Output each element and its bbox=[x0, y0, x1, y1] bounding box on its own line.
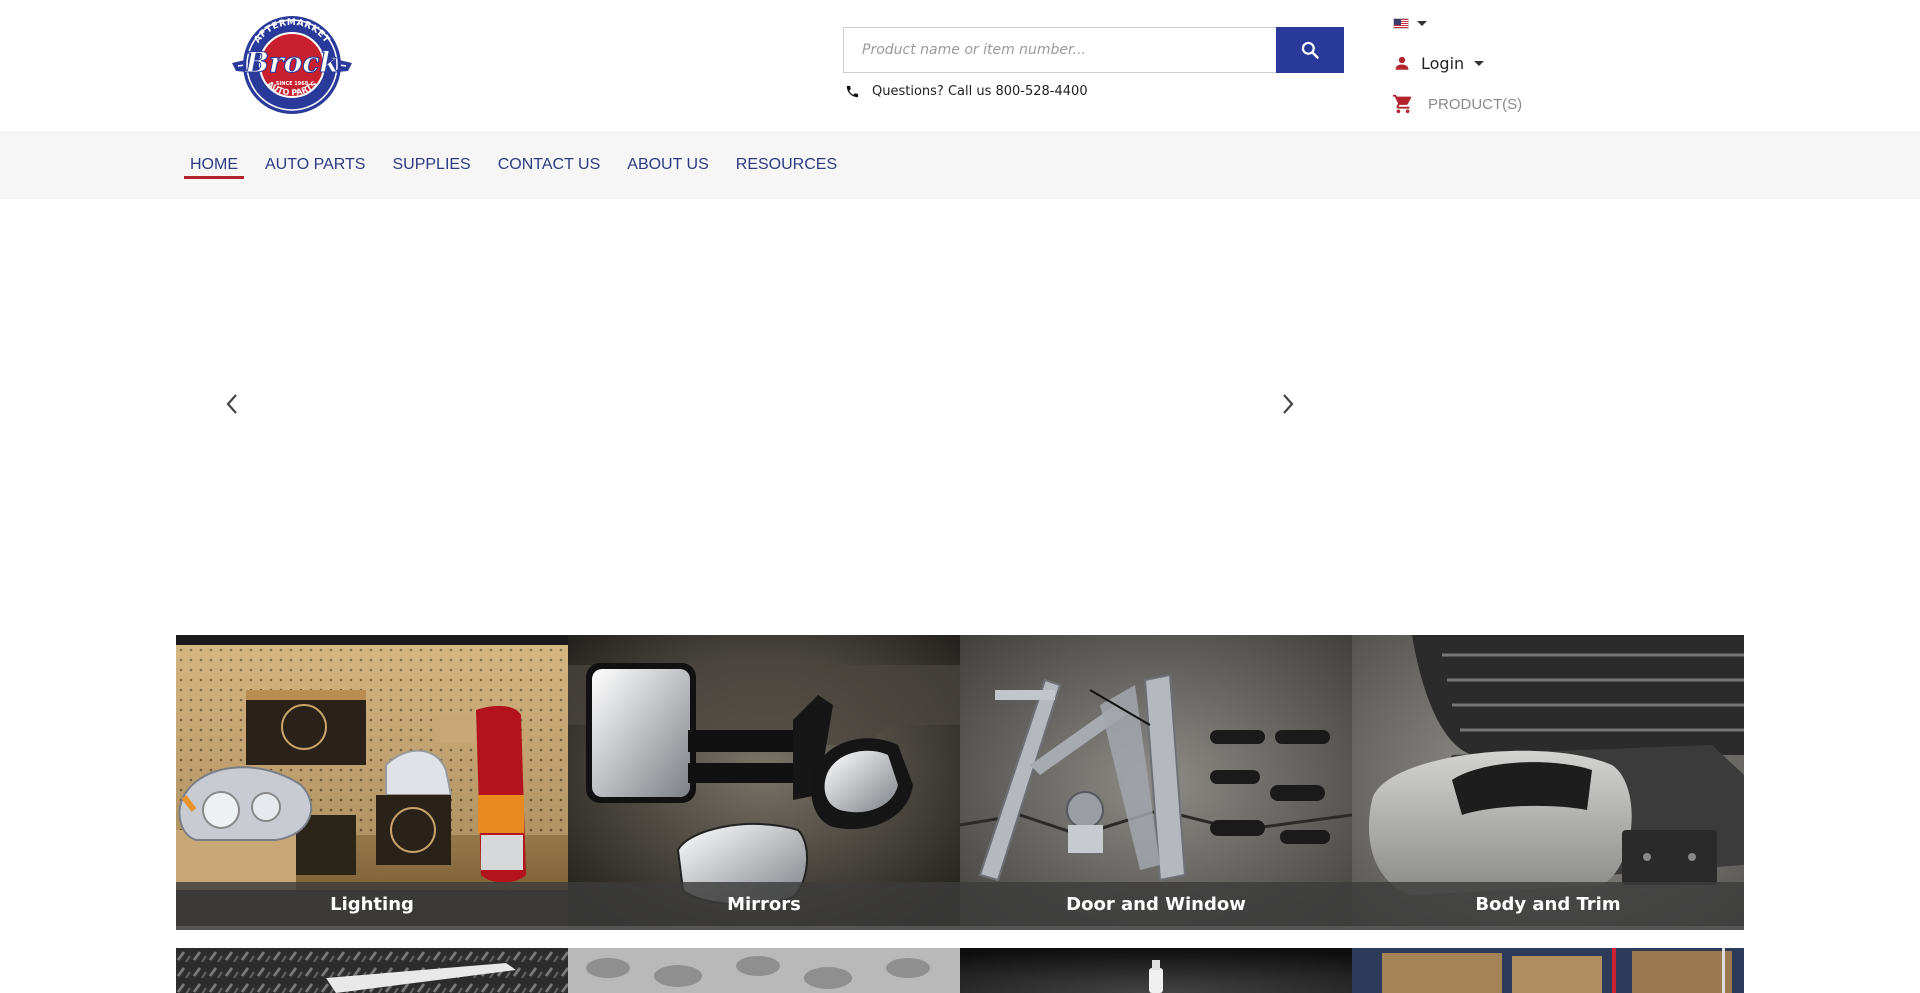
category-tile-partial[interactable] bbox=[568, 948, 960, 993]
category-label-body-and-trim: Body and Trim bbox=[1352, 882, 1744, 926]
phone-contact: Questions? Call us 800-528-4400 bbox=[845, 82, 1088, 100]
logo-since: SINCE 1968 bbox=[276, 81, 309, 87]
tile-divider bbox=[568, 926, 960, 930]
category-tile-door-and-window[interactable]: Door and Window bbox=[960, 635, 1352, 930]
category-tile-partial[interactable] bbox=[1352, 948, 1744, 993]
phone-icon bbox=[846, 85, 859, 97]
search-box bbox=[843, 27, 1278, 73]
main-navigation: HOME AUTO PARTS SUPPLIES CONTACT US ABOU… bbox=[0, 131, 1920, 199]
chevron-left-icon bbox=[226, 394, 237, 414]
hero-carousel bbox=[0, 199, 1920, 635]
nav-item-about-us[interactable]: ABOUT US bbox=[621, 131, 715, 199]
cart-link[interactable]: PRODUCT(S) bbox=[1392, 93, 1522, 115]
carousel-next-button[interactable] bbox=[1276, 392, 1300, 416]
supplies-bottle-image bbox=[960, 948, 1352, 993]
category-tiles-row-2 bbox=[176, 948, 1744, 993]
hardware-image bbox=[568, 948, 960, 993]
tile-divider bbox=[176, 926, 568, 930]
nav-item-supplies[interactable]: SUPPLIES bbox=[386, 131, 476, 199]
category-tiles: Lighting Mirrors Door and Window Body an… bbox=[176, 635, 1744, 930]
nav-list: HOME AUTO PARTS SUPPLIES CONTACT US ABOU… bbox=[184, 131, 858, 199]
nav-item-contact-us[interactable]: CONTACT US bbox=[492, 131, 607, 199]
shopping-cart-icon bbox=[1392, 94, 1412, 114]
category-label-lighting: Lighting bbox=[176, 882, 568, 926]
logo-wordmark: Brock bbox=[244, 46, 339, 79]
category-label-mirrors: Mirrors bbox=[568, 882, 960, 926]
login-dropdown[interactable]: Login bbox=[1393, 52, 1485, 74]
tile-divider bbox=[960, 926, 1352, 930]
carousel-prev-button[interactable] bbox=[220, 392, 244, 416]
user-icon bbox=[1395, 56, 1409, 70]
nav-item-resources[interactable]: RESOURCES bbox=[730, 131, 843, 199]
warehouse-image bbox=[1352, 948, 1744, 993]
category-tile-lighting[interactable]: Lighting bbox=[176, 635, 568, 930]
chevron-right-icon bbox=[1283, 394, 1294, 414]
nav-item-home[interactable]: HOME bbox=[184, 131, 244, 199]
category-tile-partial[interactable] bbox=[176, 948, 568, 993]
cart-label: PRODUCT(S) bbox=[1428, 95, 1523, 113]
nav-item-auto-parts[interactable]: AUTO PARTS bbox=[259, 131, 371, 199]
phone-text: Questions? Call us 800-528-4400 bbox=[872, 83, 1088, 99]
diamond-plate-image bbox=[176, 948, 568, 993]
category-tile-partial[interactable] bbox=[960, 948, 1352, 993]
search-input[interactable] bbox=[844, 28, 1277, 72]
login-label: Login bbox=[1421, 53, 1465, 73]
tile-divider bbox=[1352, 926, 1744, 930]
chevron-down-icon bbox=[1474, 60, 1485, 66]
search-icon bbox=[1301, 41, 1319, 59]
category-label-door-and-window: Door and Window bbox=[960, 882, 1352, 926]
category-tile-body-and-trim[interactable]: Body and Trim bbox=[1352, 635, 1744, 930]
chevron-down-icon bbox=[1417, 20, 1427, 26]
brock-logo[interactable]: AFTERMARKET AUTO PARTS Brock SINCE 1968 bbox=[228, 15, 356, 116]
category-tile-mirrors[interactable]: Mirrors bbox=[568, 635, 960, 930]
site-header: AFTERMARKET AUTO PARTS Brock SINCE 1968 … bbox=[0, 0, 1920, 131]
language-selector[interactable] bbox=[1393, 16, 1427, 30]
us-flag-icon bbox=[1393, 17, 1409, 29]
search-button[interactable] bbox=[1276, 27, 1344, 73]
